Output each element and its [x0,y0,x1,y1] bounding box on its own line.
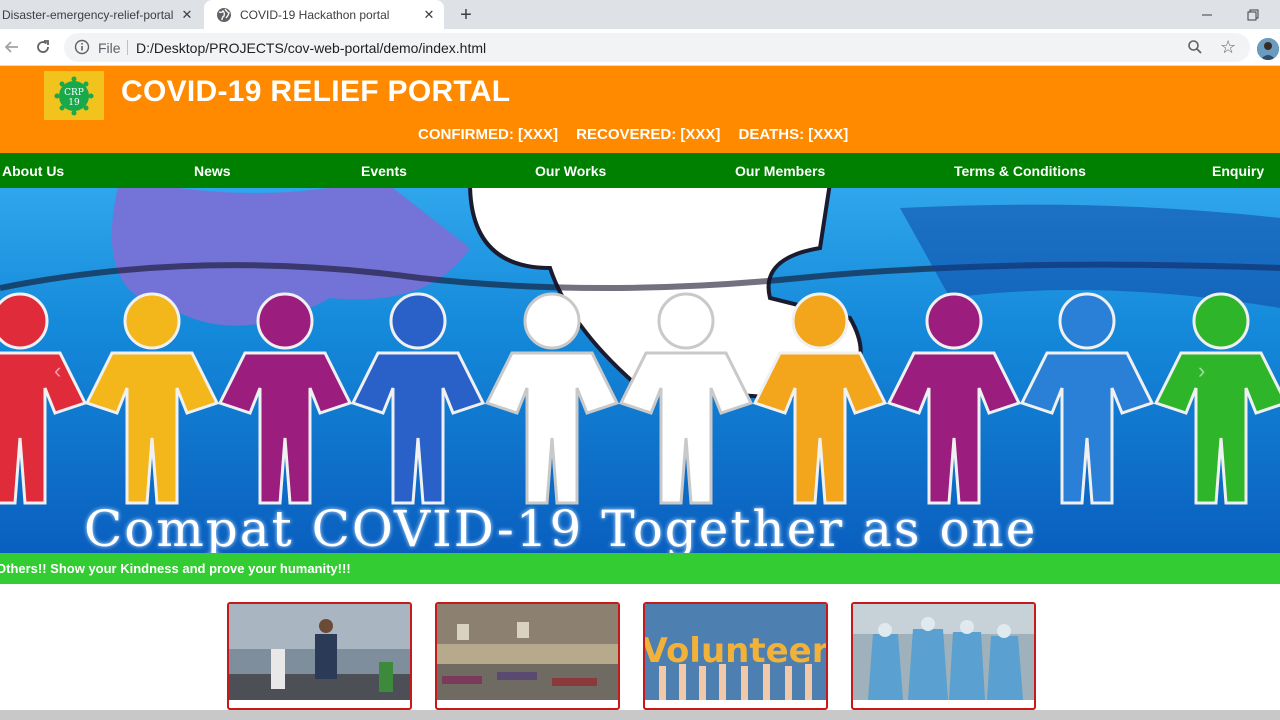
confirmed-count: CONFIRMED: [XXX] [418,126,558,143]
carousel-prev-icon[interactable]: ‹ [54,358,61,384]
divider [127,40,128,55]
address-bar[interactable]: File D:/Desktop/PROJECTS/cov-web-portal/… [64,33,1250,62]
volunteer-hands-photo: Volunteer [645,604,826,700]
feature-cards: Volunteer [0,602,1280,710]
scheme-label: File [98,40,121,56]
browser-tab-disaster-portal[interactable]: Disaster-emergency-relief-portal ✕ [0,0,204,29]
migrant-workers-photo [229,604,410,700]
info-icon[interactable] [74,39,90,55]
nav-our-members[interactable]: Our Members [735,163,825,179]
hero-illustration [0,188,1280,505]
site-logo[interactable]: CRP 19 [44,71,104,120]
tab-title: COVID-19 Hackathon portal [240,7,390,22]
browser-tab-covid-portal[interactable]: COVID-19 Hackathon portal ✕ [204,0,444,29]
deaths-count: DEATHS: [XXX] [738,126,849,143]
nav-about-us[interactable]: About Us [2,163,64,179]
medical-staff-photo [853,604,1034,700]
nav-news[interactable]: News [194,163,231,179]
hero-carousel[interactable]: ‹ › Compat COVID-19 Together as one [0,188,1280,553]
logo-text-top: CRP [64,88,84,98]
globe-icon [217,7,231,22]
site-header: CRP 19 COVID-19 RELIEF PORTAL CONFIRMED:… [0,66,1280,153]
card-migrant-workers[interactable] [227,602,412,710]
main-nav: About Us News Events Our Works Our Membe… [0,153,1280,188]
nav-our-works[interactable]: Our Works [535,163,606,179]
close-tab-icon[interactable]: ✕ [178,6,196,24]
nav-events[interactable]: Events [361,163,407,179]
browser-toolbar: File D:/Desktop/PROJECTS/cov-web-portal/… [0,29,1280,66]
card-shelter-hall[interactable] [435,602,620,710]
card-volunteer[interactable]: Volunteer [643,602,828,710]
page-title: COVID-19 RELIEF PORTAL [121,75,511,108]
tab-title: Disaster-emergency-relief-portal [2,7,174,22]
shelter-hall-photo [437,604,618,700]
profile-avatar[interactable] [1257,38,1279,60]
logo-text-bottom: 19 [68,98,80,108]
marquee-banner: Others!! Show your Kindness and prove yo… [0,553,1280,584]
restore-window-icon[interactable] [1230,0,1276,29]
card-medical-staff[interactable] [851,602,1036,710]
carousel-next-icon[interactable]: › [1198,358,1205,384]
browser-tab-strip: Disaster-emergency-relief-portal ✕ COVID… [0,0,1280,29]
web-page: CRP 19 COVID-19 RELIEF PORTAL CONFIRMED:… [0,66,1280,710]
back-arrow-icon[interactable] [0,35,24,59]
bookmark-star-icon[interactable]: ☆ [1220,37,1236,57]
recovered-count: RECOVERED: [XXX] [576,126,721,143]
reload-icon[interactable] [31,35,55,59]
url-text[interactable]: D:/Desktop/PROJECTS/cov-web-portal/demo/… [136,40,486,56]
new-tab-plus-icon[interactable]: + [454,3,478,27]
hero-caption: Compat COVID-19 Together as one [84,500,1038,553]
volunteer-image-text: Volunteer [645,631,826,671]
virus-logo-icon: CRP 19 [54,76,94,115]
zoom-icon[interactable] [1187,39,1203,55]
nav-terms-conditions[interactable]: Terms & Conditions [954,163,1086,179]
close-tab-icon[interactable]: ✕ [420,6,438,24]
marquee-text: Others!! Show your Kindness and prove yo… [0,561,351,576]
covid-stats: CONFIRMED: [XXX] RECOVERED: [XXX] DEATHS… [418,126,862,143]
nav-enquiry[interactable]: Enquiry [1212,163,1264,179]
minimize-window-icon[interactable] [1184,0,1230,29]
horizontal-scrollbar[interactable] [0,710,1280,720]
